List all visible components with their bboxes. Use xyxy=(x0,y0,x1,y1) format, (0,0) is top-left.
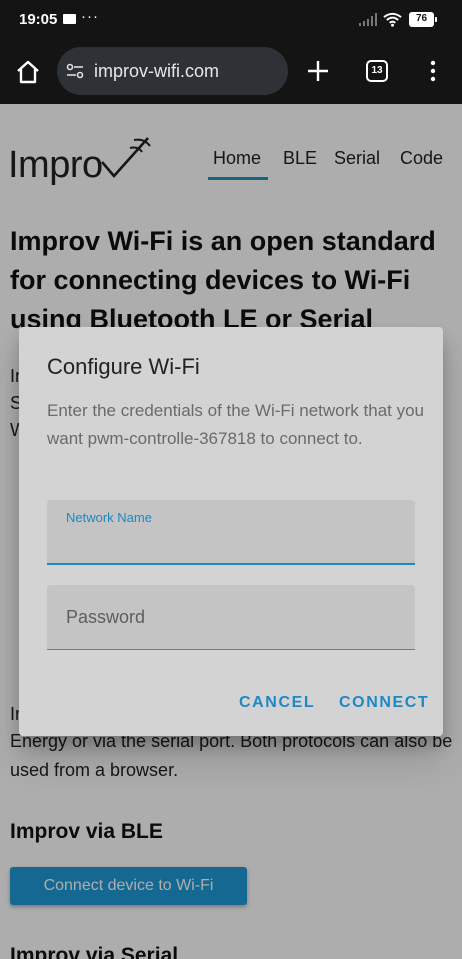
password-field[interactable]: Password xyxy=(47,585,415,650)
password-label: Password xyxy=(66,607,146,627)
wifi-icon xyxy=(383,12,402,27)
more-notifications-icon: ··· xyxy=(81,8,99,25)
battery-icon: 76 xyxy=(409,12,437,27)
mail-icon xyxy=(63,14,76,24)
more-menu-icon[interactable] xyxy=(425,59,441,83)
dialog-title: Configure Wi-Fi xyxy=(47,354,200,379)
status-bar: 19:05 ··· 76 xyxy=(0,0,462,40)
home-icon[interactable] xyxy=(15,59,41,85)
network-name-field[interactable]: Network Name xyxy=(47,500,415,565)
status-time: 19:05 xyxy=(19,11,58,28)
address-bar[interactable]: improv-wifi.com xyxy=(57,47,288,95)
tab-switcher-button[interactable]: 13 xyxy=(366,60,388,82)
network-name-input[interactable] xyxy=(66,532,396,552)
configure-wifi-dialog: Configure Wi-Fi Enter the credentials of… xyxy=(19,327,443,736)
network-name-label: Network Name xyxy=(66,510,152,525)
dialog-description: Enter the credentials of the Wi-Fi netwo… xyxy=(47,401,425,448)
browser-toolbar: improv-wifi.com 13 xyxy=(0,40,462,104)
new-tab-icon[interactable] xyxy=(305,58,331,84)
site-settings-icon[interactable] xyxy=(66,62,84,80)
signal-icon xyxy=(359,13,377,26)
cancel-button[interactable]: CANCEL xyxy=(239,694,315,712)
connect-button[interactable]: CONNECT xyxy=(339,694,429,712)
url-text[interactable]: improv-wifi.com xyxy=(94,61,219,82)
